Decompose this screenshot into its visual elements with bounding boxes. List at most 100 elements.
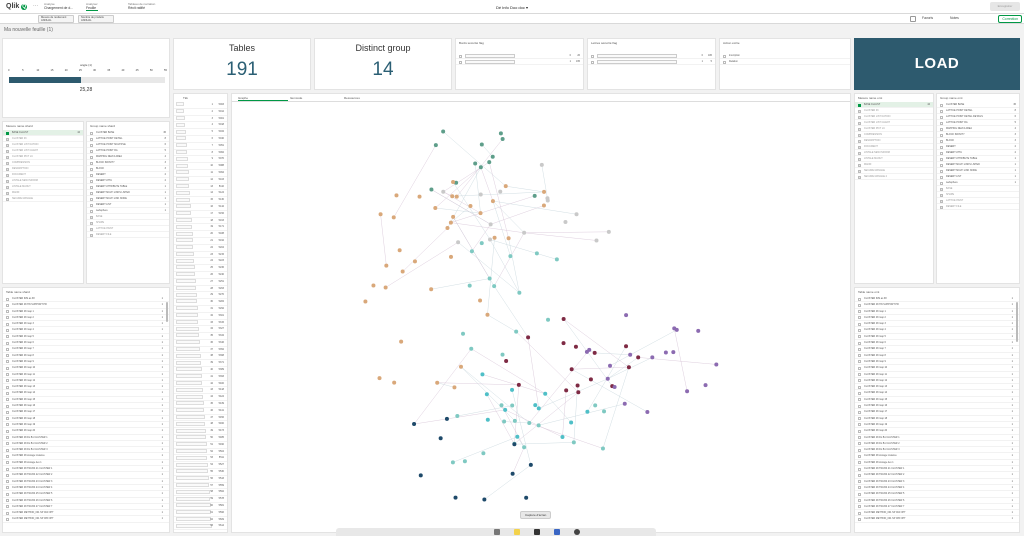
graph-node[interactable] xyxy=(606,229,611,234)
number-row[interactable]: 44 5424 xyxy=(174,394,227,402)
graph-node[interactable] xyxy=(536,423,541,428)
tab-graphe[interactable]: Graphe xyxy=(238,96,288,101)
number-row[interactable]: 61 5596 xyxy=(174,510,227,517)
graph-node[interactable] xyxy=(448,220,453,225)
graph-node[interactable] xyxy=(450,460,455,465)
number-row[interactable]: 31 5292 xyxy=(174,306,227,313)
graph-node[interactable] xyxy=(510,471,515,476)
graph-node[interactable] xyxy=(453,495,458,500)
graph-node[interactable] xyxy=(650,355,655,360)
graph-node[interactable] xyxy=(383,285,388,290)
graph-node[interactable] xyxy=(435,380,440,385)
number-row[interactable]: 28 5263 xyxy=(174,285,227,293)
graph-node[interactable] xyxy=(575,383,580,388)
number-row[interactable]: 30 5284 xyxy=(174,299,227,306)
graph-node[interactable] xyxy=(506,236,511,241)
graph-node[interactable] xyxy=(451,180,456,185)
graph-node[interactable] xyxy=(478,192,483,197)
sheet-edit-button[interactable]: Correction xyxy=(998,15,1022,23)
graph-node[interactable] xyxy=(503,184,508,189)
graph-node[interactable] xyxy=(522,230,527,235)
graph-node[interactable] xyxy=(487,160,492,165)
list-item[interactable]: SECURE MANAGE xyxy=(3,196,83,202)
number-row[interactable]: 22 5204 xyxy=(174,245,227,252)
graph-node[interactable] xyxy=(500,352,505,357)
graph-node[interactable] xyxy=(485,417,490,422)
graph-node[interactable] xyxy=(516,382,521,387)
graph-node[interactable] xyxy=(502,419,507,424)
number-row[interactable]: 33 5315 xyxy=(174,319,227,327)
graph-node[interactable] xyxy=(461,331,466,336)
graph-node[interactable] xyxy=(569,367,574,372)
graph-node[interactable] xyxy=(488,237,493,242)
number-row[interactable]: 17 5156 xyxy=(174,211,227,218)
graph-node[interactable] xyxy=(585,409,590,414)
graph-node[interactable] xyxy=(485,312,490,317)
number-row[interactable]: 21 5192 xyxy=(174,238,227,245)
dock-app-icon[interactable] xyxy=(494,529,500,535)
grid-icon[interactable] xyxy=(910,16,916,22)
graph-node[interactable] xyxy=(451,214,456,219)
graph-node[interactable] xyxy=(484,392,489,397)
number-row[interactable]: 18 5163 xyxy=(174,217,227,225)
graph-node[interactable] xyxy=(515,434,520,439)
list-item[interactable]: DESERT FILE xyxy=(87,232,169,238)
graph-node[interactable] xyxy=(455,414,460,419)
graph-node[interactable] xyxy=(605,376,610,381)
number-row[interactable]: 16 5142 xyxy=(174,204,227,211)
table-row[interactable]: CLUSTER METHOD_001 SP 005 OPT 1 xyxy=(3,516,169,523)
number-row[interactable]: 45 5439 xyxy=(174,401,227,408)
number-row[interactable]: 32 5301 xyxy=(174,313,227,320)
graph-node[interactable] xyxy=(469,346,474,351)
graph-node[interactable] xyxy=(498,131,503,136)
graph-node[interactable] xyxy=(433,206,438,211)
number-row[interactable]: 62 5609 xyxy=(174,516,227,524)
graph-node[interactable] xyxy=(508,254,513,259)
graph-node[interactable] xyxy=(377,376,382,381)
graph-node[interactable] xyxy=(536,406,541,411)
graph-node[interactable] xyxy=(539,162,544,167)
graph-node[interactable] xyxy=(418,473,423,478)
number-row[interactable]: 14 5124 xyxy=(174,190,227,198)
graph-node[interactable] xyxy=(645,410,650,415)
graph-node[interactable] xyxy=(545,198,550,203)
number-row[interactable]: 56 5543 xyxy=(174,476,227,483)
graph-node[interactable] xyxy=(478,165,483,170)
selection-chip-1[interactable]: Mesure de rendement ANNUAL xyxy=(38,15,74,23)
graph-node[interactable] xyxy=(391,215,396,220)
graph-node[interactable] xyxy=(504,359,509,364)
graph-node[interactable] xyxy=(458,364,463,369)
graph-node[interactable] xyxy=(469,249,474,254)
number-row[interactable]: 42 5400 xyxy=(174,381,227,388)
graph-node[interactable] xyxy=(429,187,434,192)
filter-row[interactable]: 51 xyxy=(588,59,715,65)
graph-node[interactable] xyxy=(696,328,701,333)
scrollbar[interactable] xyxy=(166,302,168,322)
graph-node[interactable] xyxy=(384,263,389,268)
number-row[interactable]: 41 5393 xyxy=(174,374,227,381)
graph-node[interactable] xyxy=(528,462,533,467)
graph-node[interactable] xyxy=(441,129,446,134)
graph-node[interactable] xyxy=(517,290,522,295)
number-row[interactable]: 12 5103 xyxy=(174,177,227,184)
number-row[interactable]: 51 5490 xyxy=(174,442,227,449)
number-row[interactable]: 20 5188 xyxy=(174,231,227,238)
graph-node[interactable] xyxy=(592,350,597,355)
notes-app-icon[interactable] xyxy=(514,529,520,535)
number-row[interactable]: 29 5270 xyxy=(174,292,227,300)
graph-node[interactable] xyxy=(510,403,515,408)
graph-node[interactable] xyxy=(612,384,617,389)
number-row[interactable]: 26 5240 xyxy=(174,272,227,279)
number-row[interactable]: 49 5473 xyxy=(174,428,227,436)
graph-node[interactable] xyxy=(533,403,538,408)
graph-node[interactable] xyxy=(626,365,631,370)
graph-node[interactable] xyxy=(450,194,455,199)
graph-node[interactable] xyxy=(371,283,376,288)
number-row[interactable]: 37 5352 xyxy=(174,347,227,354)
graph-node[interactable] xyxy=(628,352,633,357)
number-row[interactable]: 25 5236 xyxy=(174,265,227,272)
number-row[interactable]: 59 5578 xyxy=(174,496,227,504)
graph-node[interactable] xyxy=(433,143,438,148)
graph-node[interactable] xyxy=(674,327,679,332)
graph-node[interactable] xyxy=(571,440,576,445)
